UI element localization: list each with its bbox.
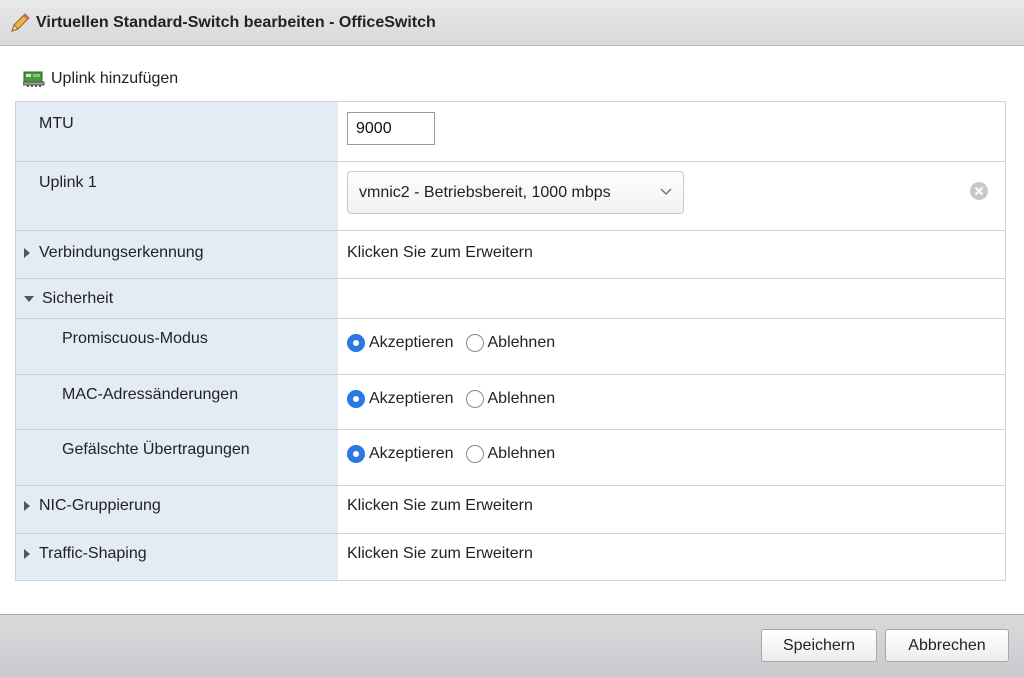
promiscuous-mode-radio-group: Akzeptieren Ablehnen [347,334,567,352]
save-button[interactable]: Speichern [761,629,877,662]
promiscuous-mode-row: Promiscuous-Modus Akzeptieren Ablehnen [16,319,1005,375]
forged-transmits-row: Gefälschte Übertragungen Akzeptieren Abl… [16,430,1005,486]
security-row[interactable]: Sicherheit [16,279,1005,319]
link-discovery-expand-text[interactable]: Klicken Sie zum Erweitern [347,244,533,262]
traffic-shaping-row[interactable]: Traffic-Shaping Klicken Sie zum Erweiter… [16,534,1005,580]
cancel-button[interactable]: Abbrechen [885,629,1009,662]
uplink-row: Uplink 1 vmnic2 - Betriebsbereit, 1000 m… [16,162,1005,231]
promiscuous-reject-label[interactable]: Ablehnen [488,334,556,352]
caret-right-icon [24,501,30,511]
forged-reject-radio[interactable] [465,445,484,463]
mac-address-changes-label: MAC-Adressänderungen [62,386,239,403]
forged-reject-label[interactable]: Ablehnen [488,445,556,463]
network-adapter-icon [23,71,45,87]
caret-down-icon [24,296,34,302]
mac-address-changes-row: MAC-Adressänderungen Akzeptieren Ablehne… [16,375,1005,430]
chevron-down-icon [660,188,672,196]
dialog-titlebar: Virtuellen Standard-Switch bearbeiten - … [0,0,1024,46]
mac-accept-radio[interactable] [347,390,365,408]
dialog-title: Virtuellen Standard-Switch bearbeiten - … [36,14,436,31]
forged-accept-label[interactable]: Akzeptieren [369,445,454,463]
promiscuous-accept-label[interactable]: Akzeptieren [369,334,454,352]
forged-transmits-radio-group: Akzeptieren Ablehnen [347,445,567,463]
mac-reject-radio[interactable] [465,390,484,408]
uplink-selected-value: vmnic2 - Betriebsbereit, 1000 mbps [359,183,611,201]
forged-transmits-label: Gefälschte Übertragungen [62,441,250,458]
link-discovery-label: Verbindungserkennung [39,244,204,261]
settings-grid: MTU Uplink 1 vmnic2 - Betriebsbereit, 10… [15,101,1006,581]
mac-accept-label[interactable]: Akzeptieren [369,390,454,408]
promiscuous-mode-label: Promiscuous-Modus [62,330,208,347]
promiscuous-accept-radio[interactable] [347,334,365,352]
nic-teaming-expand-text[interactable]: Klicken Sie zum Erweitern [347,497,533,515]
pencil-icon [11,13,30,32]
uplink-label: Uplink 1 [39,174,97,191]
mtu-input[interactable] [347,112,435,145]
uplink-select[interactable]: vmnic2 - Betriebsbereit, 1000 mbps [347,171,684,214]
security-toggle[interactable]: Sicherheit [24,290,113,308]
traffic-shaping-toggle[interactable]: Traffic-Shaping [24,545,147,563]
add-uplink-button[interactable]: Uplink hinzufügen [23,68,178,90]
security-label: Sicherheit [42,290,114,307]
nic-teaming-label: NIC-Gruppierung [39,497,161,514]
link-discovery-toggle[interactable]: Verbindungserkennung [24,244,204,262]
add-uplink-label: Uplink hinzufügen [51,70,179,87]
mac-address-changes-radio-group: Akzeptieren Ablehnen [347,390,567,408]
mac-reject-label[interactable]: Ablehnen [488,390,556,408]
nic-teaming-toggle[interactable]: NIC-Gruppierung [24,497,161,515]
nic-teaming-row[interactable]: NIC-Gruppierung Klicken Sie zum Erweiter… [16,486,1005,534]
promiscuous-reject-radio[interactable] [465,334,484,352]
mtu-row: MTU [16,102,1005,162]
caret-right-icon [24,549,30,559]
remove-circle-icon[interactable] [969,181,989,201]
link-discovery-row[interactable]: Verbindungserkennung Klicken Sie zum Erw… [16,231,1005,279]
traffic-shaping-label: Traffic-Shaping [39,545,147,562]
caret-right-icon [24,248,30,258]
mtu-label: MTU [39,115,74,132]
traffic-shaping-expand-text[interactable]: Klicken Sie zum Erweitern [347,545,533,563]
forged-accept-radio[interactable] [347,445,365,463]
dialog-footer: Speichern Abbrechen [0,614,1024,677]
